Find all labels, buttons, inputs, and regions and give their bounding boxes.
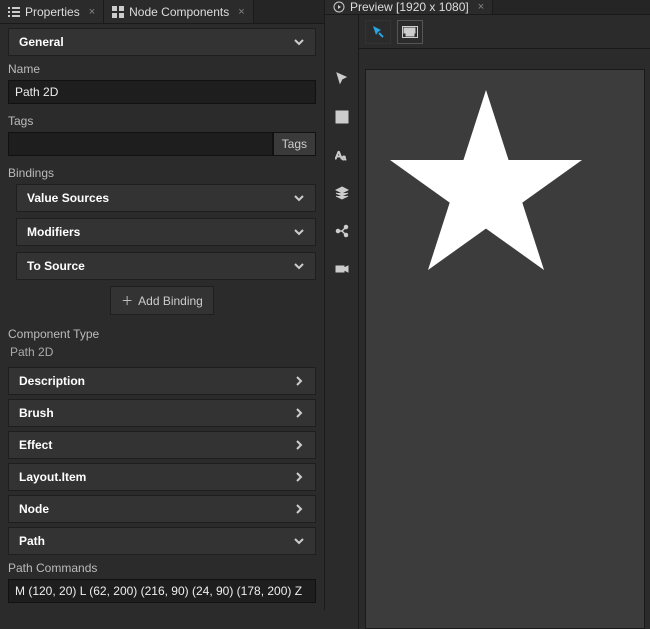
add-binding-button[interactable]: ＋ Add Binding [110,286,214,315]
close-icon[interactable]: × [478,1,484,13]
chevron-right-icon [293,503,305,515]
section-value-sources[interactable]: Value Sources [16,184,316,212]
tool-text[interactable]: Aa [330,143,354,167]
tags-label: Tags [8,112,316,132]
tab-preview[interactable]: Preview [1920 x 1080] × [325,0,493,14]
section-title: Value Sources [27,191,109,205]
section-title: Brush [19,406,54,420]
section-title: Path [19,534,45,548]
chevron-down-icon [293,36,305,48]
close-icon[interactable]: × [238,6,244,18]
tags-row: Tags [8,132,316,156]
preview-body: Aa [325,15,650,629]
tool-layers[interactable] [330,181,354,205]
chevron-right-icon [293,375,305,387]
keyboard-tool-button[interactable] [397,20,423,44]
preview-canvas[interactable] [365,69,645,629]
chevron-down-icon [293,260,305,272]
name-input[interactable] [8,80,316,104]
section-brush[interactable]: Brush [8,399,316,427]
section-node[interactable]: Node [8,495,316,523]
add-binding-row: ＋ Add Binding [8,286,316,315]
tool-pointer[interactable] [330,67,354,91]
tags-input[interactable] [8,132,273,156]
plus-icon: ＋ [121,292,133,309]
section-title: General [19,35,64,49]
component-type-value: Path 2D [8,345,316,367]
section-title: Modifiers [27,225,80,239]
properties-panel: Properties × Node Components × General N… [0,0,325,610]
play-icon [333,1,345,13]
section-path[interactable]: Path [8,527,316,555]
tab-label: Properties [25,5,80,19]
left-tabbar: Properties × Node Components × [0,0,324,24]
component-type-label: Component Type [8,325,316,345]
chevron-right-icon [293,471,305,483]
preview-toolbar [359,15,650,49]
components-icon [112,6,124,18]
chevron-right-icon [293,439,305,451]
touch-icon [370,24,386,40]
svg-text:a: a [342,155,346,162]
button-label: Add Binding [138,294,203,308]
star-shape [366,70,606,290]
section-title: Node [19,502,49,516]
section-layout-item[interactable]: Layout.Item [8,463,316,491]
chevron-down-icon [293,192,305,204]
section-title: Description [19,374,85,388]
name-label: Name [8,60,316,80]
tab-label: Preview [1920 x 1080] [350,0,469,14]
interact-tool-button[interactable] [365,20,391,44]
section-title: Layout.Item [19,470,86,484]
list-icon [8,6,20,18]
bindings-label: Bindings [8,164,316,184]
chevron-right-icon [293,407,305,419]
section-general[interactable]: General [8,28,316,56]
path-commands-input[interactable] [8,579,316,603]
path-commands-label: Path Commands [8,559,316,579]
tab-label: Node Components [129,5,229,19]
preview-panel: Preview [1920 x 1080] × Aa [325,0,650,610]
section-title: To Source [27,259,85,273]
tool-grid[interactable] [330,105,354,129]
preview-area [359,15,650,629]
section-modifiers[interactable]: Modifiers [16,218,316,246]
properties-body: General Name Tags Tags Bindings Value So… [0,24,324,610]
tool-strip: Aa [325,15,359,629]
chevron-down-icon [293,226,305,238]
section-description[interactable]: Description [8,367,316,395]
section-title: Effect [19,438,52,452]
section-effect[interactable]: Effect [8,431,316,459]
tool-branch[interactable] [330,219,354,243]
chevron-down-icon [293,535,305,547]
tab-node-components[interactable]: Node Components × [104,0,254,23]
right-tabbar: Preview [1920 x 1080] × [325,0,650,15]
tool-camera[interactable] [330,257,354,281]
tags-button[interactable]: Tags [273,132,316,156]
close-icon[interactable]: × [89,6,95,18]
keyboard-icon [402,26,418,38]
tab-properties[interactable]: Properties × [0,0,104,23]
section-to-source[interactable]: To Source [16,252,316,280]
canvas-wrap [359,49,650,629]
